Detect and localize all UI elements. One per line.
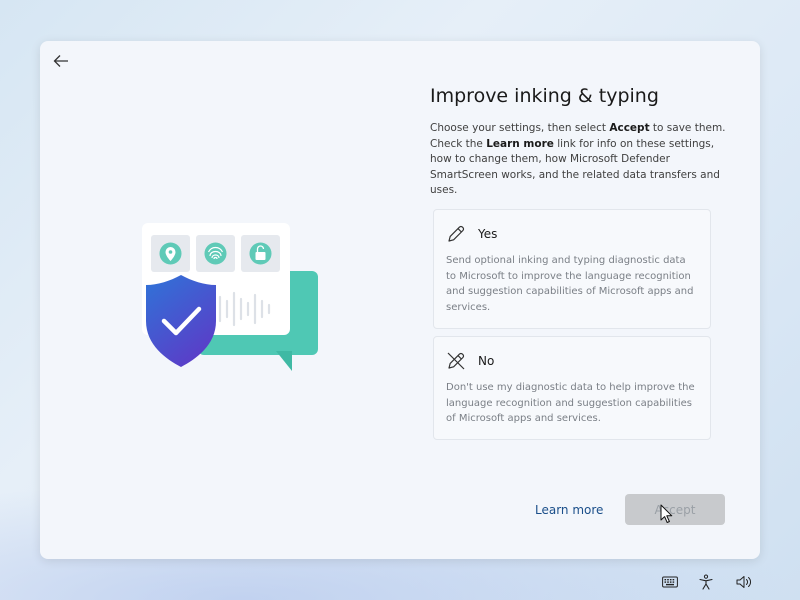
option-no[interactable]: No Don't use my diagnostic data to help … [433, 336, 711, 440]
setup-card: Improve inking & typing Choose your sett… [40, 41, 760, 559]
accept-button[interactable]: Accept [625, 494, 725, 525]
back-button[interactable] [50, 51, 72, 71]
learn-more-link[interactable]: Learn more [535, 503, 603, 517]
keyboard-button[interactable] [660, 572, 680, 592]
option-yes-description: Send optional inking and typing diagnost… [446, 255, 694, 313]
option-yes[interactable]: Yes Send optional inking and typing diag… [433, 209, 711, 329]
volume-icon [736, 576, 751, 588]
volume-button[interactable] [733, 572, 755, 592]
learn-more-emphasis: Learn more [486, 137, 554, 150]
option-no-description: Don't use my diagnostic data to help imp… [446, 382, 695, 424]
fingerprint-icon [196, 235, 235, 272]
pen-off-icon [447, 352, 465, 370]
page-description: Choose your settings, then select Accept… [430, 122, 726, 196]
option-yes-label: Yes [478, 227, 498, 241]
mouse-cursor-icon [660, 504, 673, 523]
content-column: Improve inking & typing Choose your sett… [430, 85, 730, 199]
option-no-label: No [478, 354, 495, 368]
page-title: Improve inking & typing [430, 85, 659, 107]
privacy-illustration [142, 223, 318, 371]
keyboard-icon [662, 576, 678, 588]
lock-icon [241, 235, 280, 272]
pen-icon [448, 225, 465, 242]
back-arrow-icon [53, 55, 68, 67]
accessibility-icon [699, 574, 713, 590]
location-icon [151, 235, 190, 272]
accessibility-button[interactable] [696, 572, 716, 592]
accept-emphasis: Accept [609, 122, 650, 134]
